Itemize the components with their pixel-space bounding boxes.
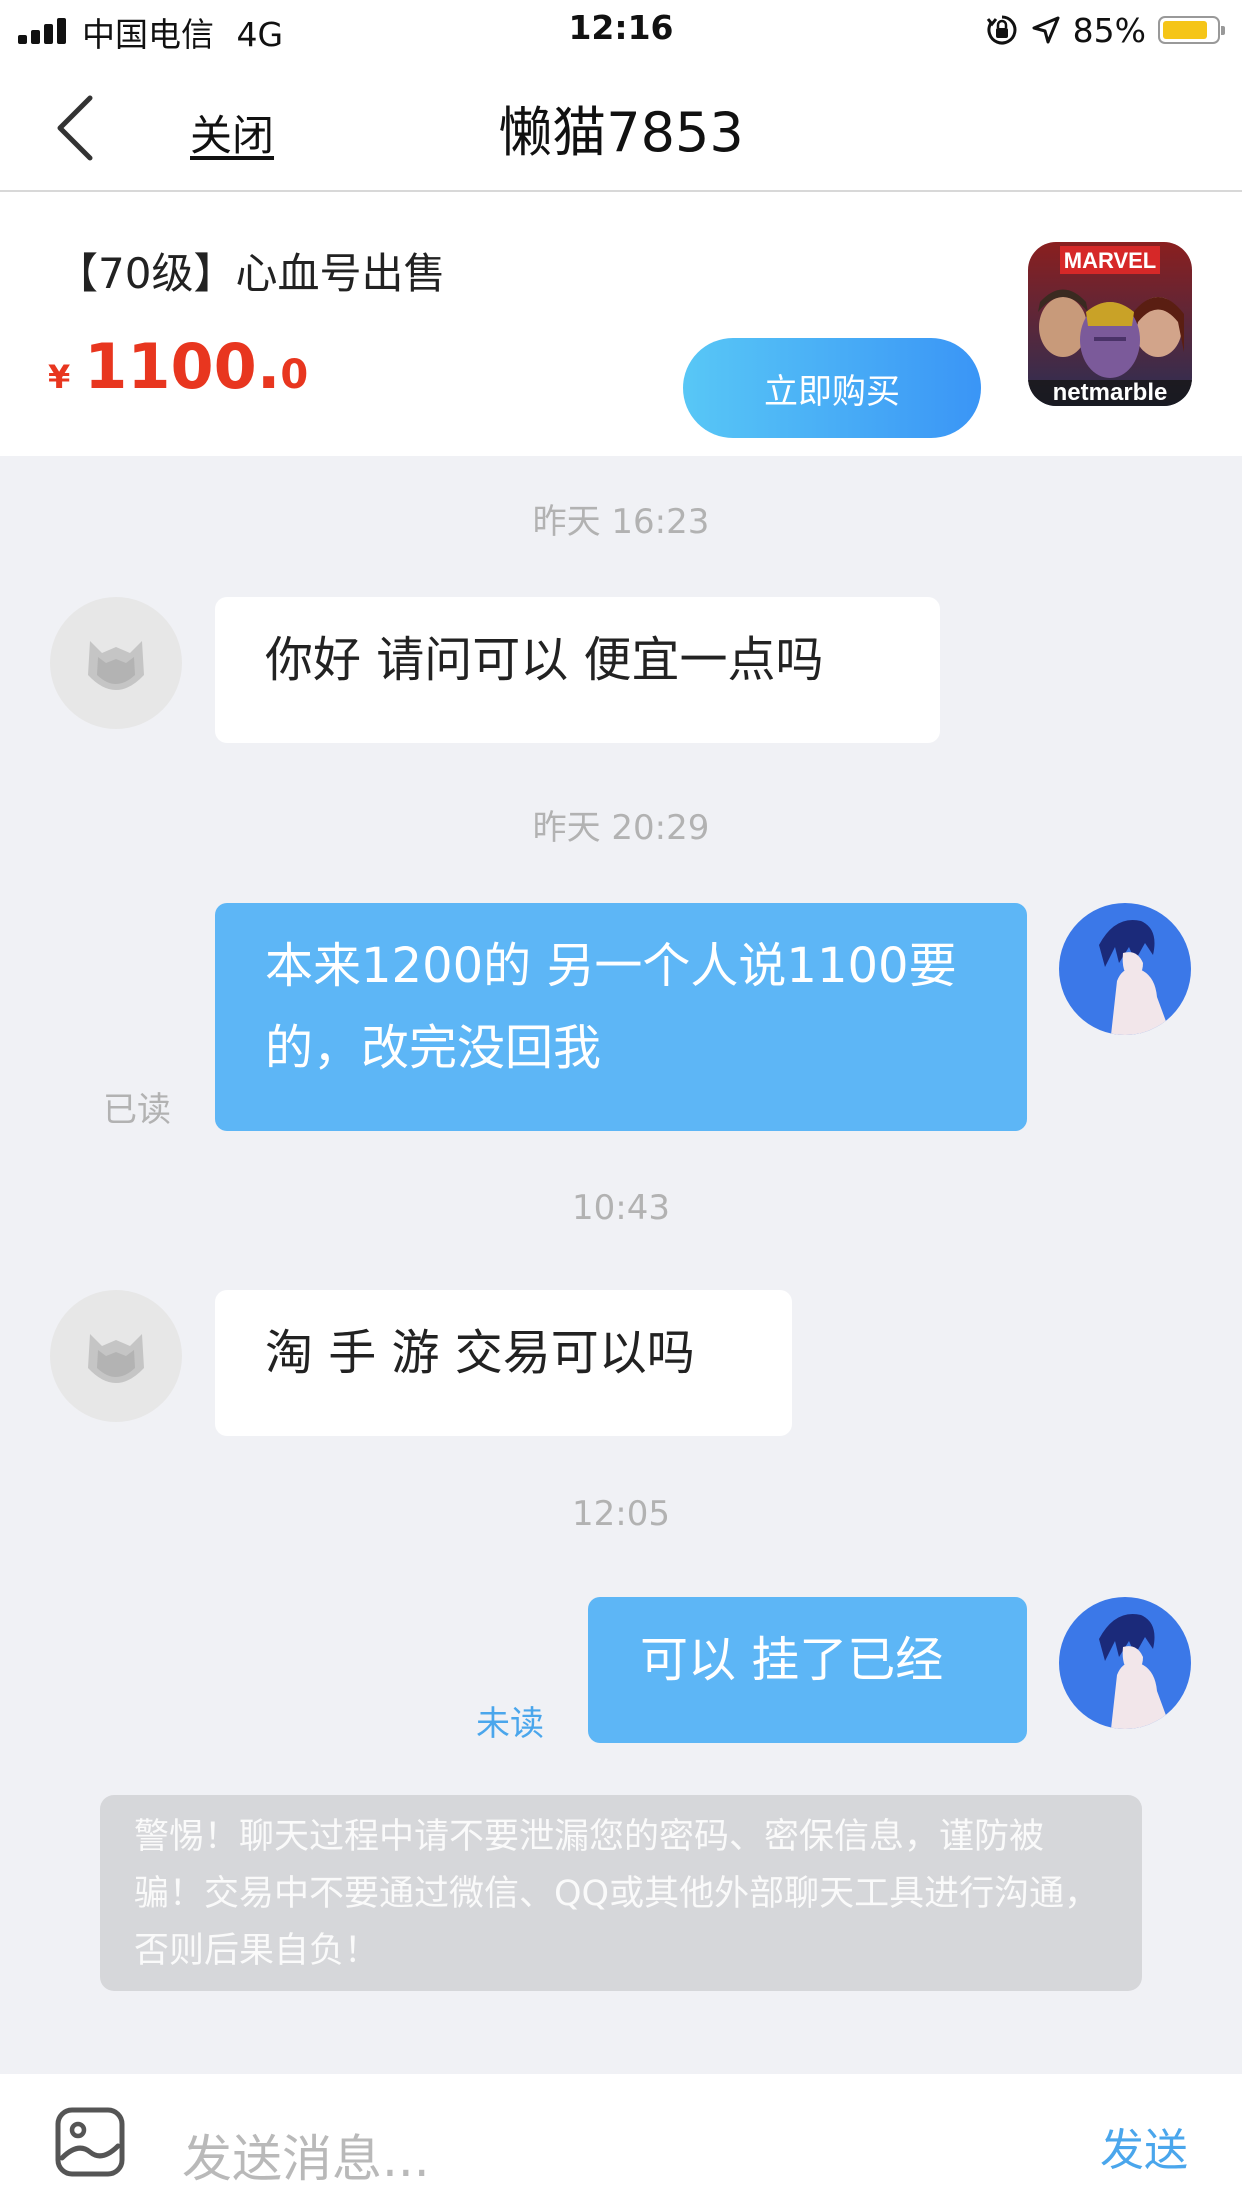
user-avatar[interactable] — [1059, 1597, 1191, 1729]
contact-avatar[interactable] — [50, 1290, 182, 1422]
message-bubble-incoming[interactable]: 你好 请问可以 便宜一点吗 — [215, 597, 940, 743]
product-price: ¥1100.0 — [48, 330, 308, 403]
image-icon — [55, 2107, 125, 2177]
unread-status: 未读 — [476, 1704, 544, 1744]
contact-avatar[interactable] — [50, 597, 182, 729]
battery-icon — [1158, 16, 1225, 44]
user-avatar-icon — [1059, 903, 1191, 1035]
message-bubble-outgoing[interactable]: 本来1200的 另一个人说1100要的，改完没回我 — [215, 903, 1027, 1131]
price-integer: 1100. — [84, 330, 281, 403]
input-bar: 发送 — [0, 2074, 1242, 2208]
page-title: 懒猫7853 — [498, 101, 744, 164]
buy-now-button[interactable]: 立即购买 — [683, 338, 981, 438]
battery-fill — [1163, 21, 1208, 39]
price-decimal: 0 — [280, 352, 309, 398]
game-thumbnail[interactable]: MARVEL netmarble — [1028, 242, 1192, 406]
image-picker-button[interactable] — [54, 2106, 126, 2178]
user-avatar[interactable] — [1059, 903, 1191, 1035]
currency-symbol: ¥ — [48, 358, 71, 396]
message-timestamp: 12:05 — [572, 1494, 670, 1534]
default-avatar-icon — [88, 1334, 144, 1383]
user-avatar-icon — [1059, 1597, 1191, 1729]
message-bubble-incoming[interactable]: 淘 手 游 交易可以吗 — [215, 1290, 792, 1436]
security-warning: 警惕！聊天过程中请不要泄漏您的密码、密保信息，谨防被骗！交易中不要通过微信、QQ… — [100, 1795, 1142, 1991]
message-input[interactable] — [182, 2124, 1002, 2194]
orientation-lock-icon — [986, 15, 1017, 45]
message-timestamp: 10:43 — [572, 1188, 670, 1228]
battery-percent: 85% — [1072, 10, 1146, 50]
status-indicators: 85% — [985, 10, 1225, 50]
game-logo-icon: MARVEL netmarble — [1028, 242, 1192, 406]
thumb-bottom-text: netmarble — [1053, 379, 1168, 406]
product-card[interactable]: 【70级】心血号出售 ¥1100.0 立即购买 MARVEL netmarble — [0, 192, 1242, 456]
read-status: 已读 — [103, 1090, 171, 1130]
send-button[interactable]: 发送 — [1100, 2114, 1188, 2178]
default-avatar-icon — [88, 641, 144, 690]
nav-bar: 关闭 懒猫7853 — [0, 62, 1242, 192]
message-bubble-outgoing[interactable]: 可以 挂了已经 — [588, 1597, 1027, 1743]
message-timestamp: 昨天 20:29 — [532, 808, 710, 848]
location-icon — [1032, 16, 1060, 44]
product-title: 【70级】心血号出售 — [56, 249, 446, 298]
status-bar: 中国电信 4G 12:16 85% — [0, 0, 1242, 62]
thumb-top-text: MARVEL — [1064, 248, 1157, 273]
message-timestamp: 昨天 16:23 — [532, 502, 710, 542]
